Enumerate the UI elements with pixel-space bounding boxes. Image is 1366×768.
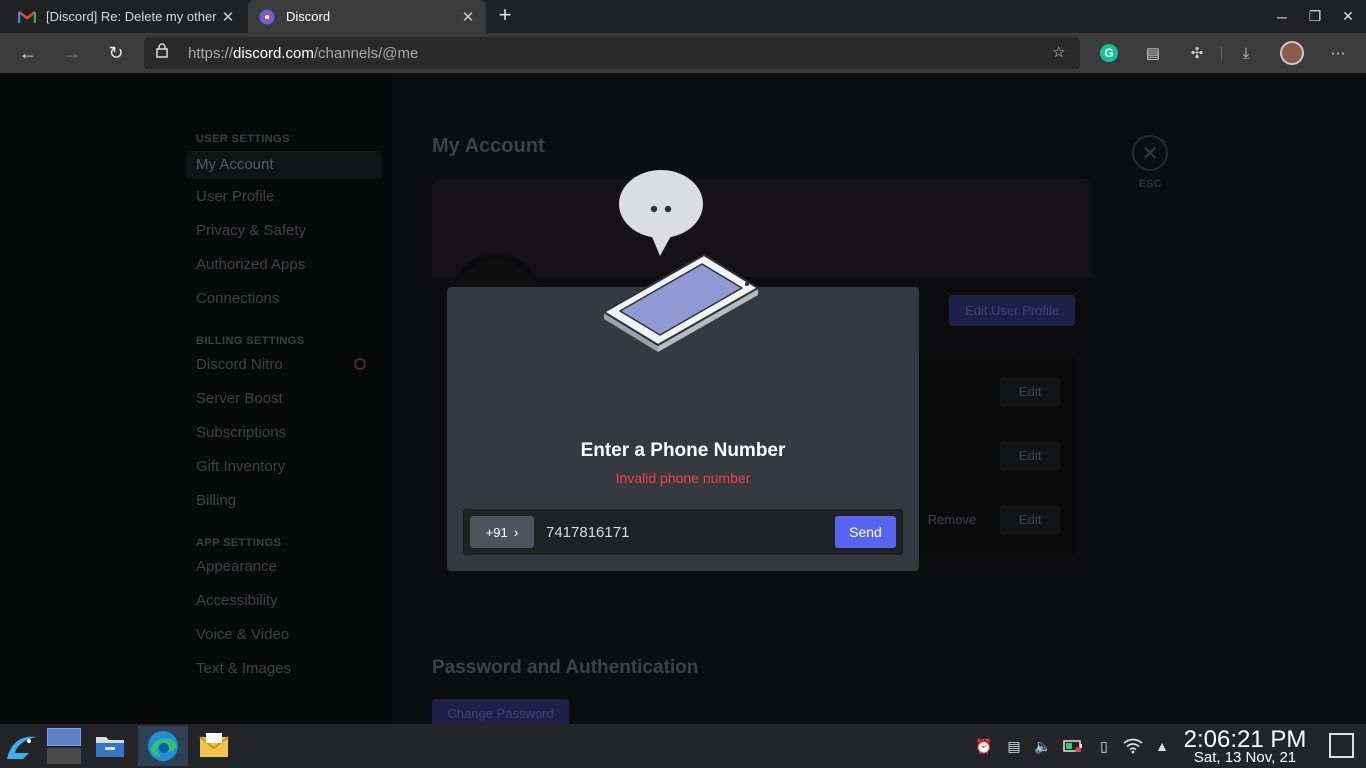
clipboard-icon[interactable]: ▤ xyxy=(1004,736,1024,756)
section-header: BILLING SETTINGS xyxy=(196,335,305,347)
sidebar-item-label: Discord Nitro xyxy=(196,356,283,373)
profile-banner xyxy=(432,179,1092,277)
close-tab-icon[interactable]: ✕ xyxy=(220,8,236,26)
mail-client-icon[interactable] xyxy=(192,726,236,766)
battery-icon[interactable] xyxy=(1063,736,1083,756)
password-section-title: Password and Authentication xyxy=(432,657,699,678)
downloads-icon[interactable]: ⤓ xyxy=(1234,41,1258,65)
sidebar-item-voice-video[interactable]: Voice & Video xyxy=(186,623,382,657)
sidebar-item-discord-nitro[interactable]: Discord Nitro xyxy=(186,353,382,387)
more-options-icon[interactable]: ⋯ xyxy=(1326,41,1350,65)
address-bar[interactable]: https://discord.com/channels/@me ☆ xyxy=(144,37,1080,69)
sidebar-item-my-account[interactable]: My Account xyxy=(186,151,382,179)
show-desktop-icon[interactable] xyxy=(1329,733,1354,758)
section-header: APP SETTINGS xyxy=(196,537,282,549)
sidebar-item-authorized-apps[interactable]: Authorized Apps xyxy=(186,253,382,287)
back-icon[interactable]: ← xyxy=(13,38,43,68)
sidebar-item-user-profile[interactable]: User Profile xyxy=(186,185,382,219)
add-favorite-icon[interactable]: ☆ xyxy=(1052,43,1072,63)
edge-browser-icon[interactable] xyxy=(138,726,188,766)
country-code-selector[interactable]: +91 › xyxy=(470,516,534,548)
new-tab-button[interactable]: + xyxy=(494,4,516,28)
sidebar-item-privacy-safety[interactable]: Privacy & Safety xyxy=(186,219,382,253)
sidebar-item-billing[interactable]: Billing xyxy=(186,489,382,523)
phone-input-group: +91 › Send xyxy=(463,509,903,555)
minimize-icon[interactable]: ─ xyxy=(1264,0,1300,33)
sidebar-item-text-images[interactable]: Text & Images xyxy=(186,657,382,691)
restore-icon[interactable]: ❐ xyxy=(1297,0,1333,33)
tab-title: [Discord] Re: Delete my other xyxy=(46,9,217,24)
sidebar-item-server-boost[interactable]: Server Boost xyxy=(186,387,382,421)
lock-icon xyxy=(156,43,174,61)
tab-discord[interactable]: Discord ✕ xyxy=(248,0,486,33)
page-title: My Account xyxy=(432,135,545,157)
nitro-icon xyxy=(354,358,366,370)
show-hidden-icons-icon[interactable]: ▲ xyxy=(1152,736,1172,756)
close-window-icon[interactable]: ✕ xyxy=(1330,0,1366,33)
notifications-icon[interactable]: ⏰ xyxy=(974,736,994,756)
browser-nav-bar: ← → ↻ https://discord.com/channels/@me ☆… xyxy=(0,33,1366,73)
extensions-icon[interactable]: ✣ xyxy=(1185,41,1209,65)
refresh-icon[interactable]: ↻ xyxy=(101,38,131,68)
screen: [Discord] Re: Delete my other ✕ Discord … xyxy=(0,0,1366,768)
url-text: https://discord.com/channels/@me xyxy=(188,45,419,62)
kde-connect-icon[interactable]: ▯ xyxy=(1094,736,1114,756)
error-message: Invalid phone number xyxy=(615,470,751,486)
edit-phone-button[interactable]: Edit xyxy=(1000,505,1060,535)
discord-icon xyxy=(258,8,276,26)
kde-start-icon[interactable] xyxy=(0,726,44,766)
phone-number-input[interactable] xyxy=(546,518,826,546)
remove-phone-button[interactable]: Remove xyxy=(922,505,982,535)
gmail-icon xyxy=(18,8,36,26)
send-button[interactable]: Send xyxy=(835,516,896,548)
browser-tab-bar: [Discord] Re: Delete my other ✕ Discord … xyxy=(0,0,1366,33)
wifi-icon[interactable] xyxy=(1123,736,1143,756)
sidebar-item-gift-inventory[interactable]: Gift Inventory xyxy=(186,455,382,489)
sidebar-item-connections[interactable]: Connections xyxy=(186,287,382,321)
settings-sidebar: USER SETTINGS My Account User Profile Pr… xyxy=(186,133,382,691)
section-header: USER SETTINGS xyxy=(196,133,290,145)
sidebar-item-subscriptions[interactable]: Subscriptions xyxy=(186,421,382,455)
close-settings-icon[interactable]: ✕ xyxy=(1132,135,1168,171)
chevron-right-icon: › xyxy=(513,524,519,540)
sidebar-item-accessibility[interactable]: Accessibility xyxy=(186,589,382,623)
esc-label: ESC xyxy=(1138,178,1162,190)
clock-date[interactable]: Sat, 13 Nov, 21 xyxy=(1170,749,1320,766)
volume-icon[interactable]: 🔈 xyxy=(1033,736,1053,756)
country-code-label: +91 xyxy=(485,524,508,540)
taskbar: ⏰ ▤ 🔈 ▯ ▲ xyxy=(0,724,1366,768)
forward-icon[interactable]: → xyxy=(57,38,87,68)
file-manager-icon[interactable] xyxy=(88,726,132,766)
edit-email-button[interactable]: Edit xyxy=(1000,441,1060,471)
tab-title: Discord xyxy=(286,9,331,24)
sidebar-item-appearance[interactable]: Appearance xyxy=(186,555,382,589)
toolbar-divider xyxy=(1221,47,1222,61)
tab-gmail[interactable]: [Discord] Re: Delete my other ✕ xyxy=(8,0,246,33)
close-tab-icon[interactable]: ✕ xyxy=(460,8,476,26)
grammarly-icon[interactable]: G xyxy=(1100,44,1118,62)
edit-user-profile-button[interactable]: Edit User Profile xyxy=(949,295,1075,326)
change-password-button[interactable]: Change Password xyxy=(432,699,569,724)
modal-title: Enter a Phone Number xyxy=(580,440,786,461)
profile-avatar-icon[interactable] xyxy=(1280,41,1304,65)
desktop-pager-icon[interactable] xyxy=(42,726,86,766)
collections-icon[interactable]: ▤ xyxy=(1141,41,1165,65)
edit-username-button[interactable]: Edit xyxy=(1000,377,1060,407)
phone-illustration-icon xyxy=(600,166,762,356)
